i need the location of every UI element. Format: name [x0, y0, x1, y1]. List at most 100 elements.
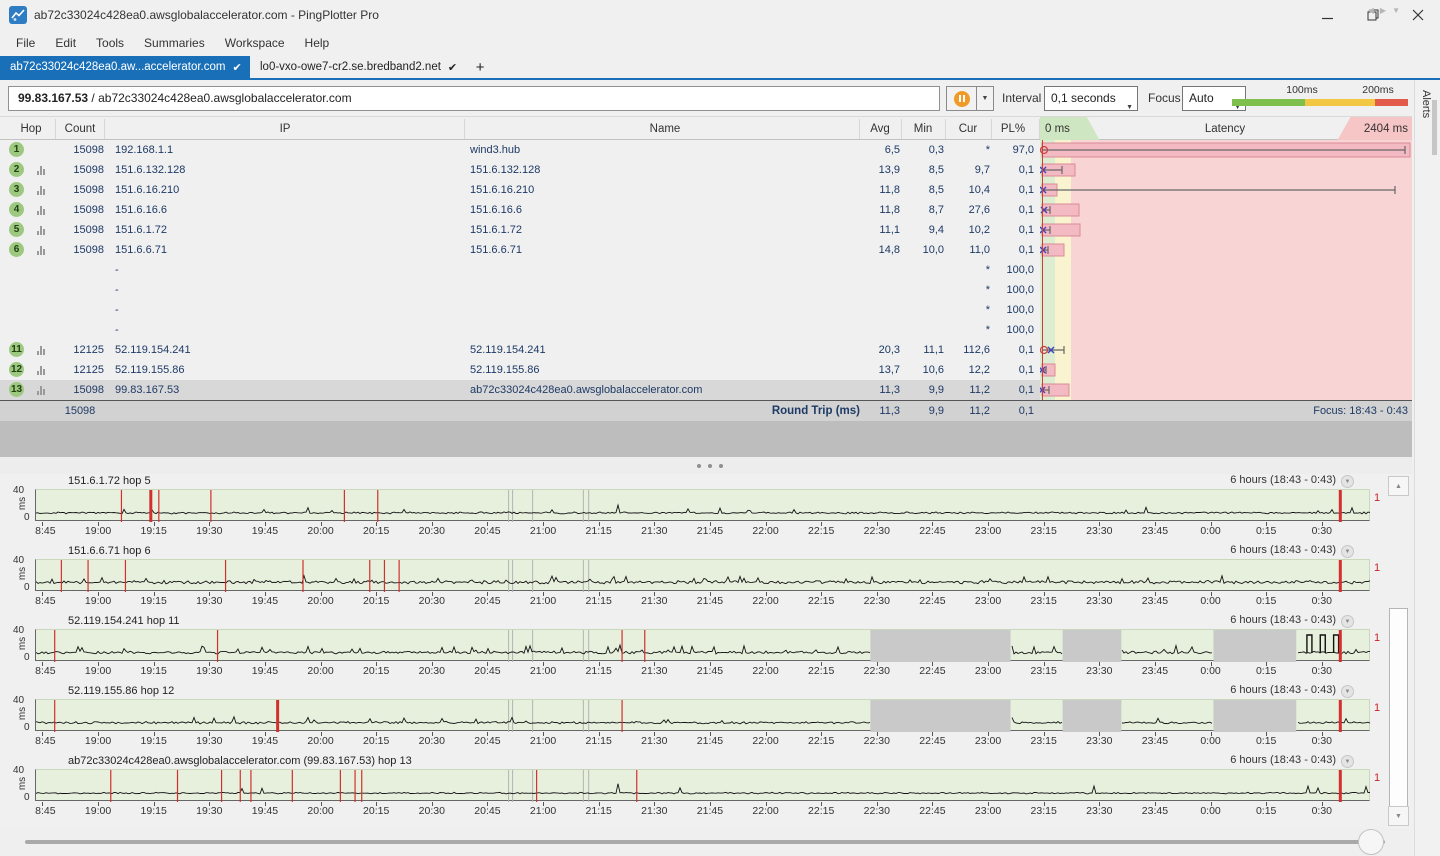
splitter-handle[interactable]	[0, 457, 1412, 474]
table-row-hop-unknown[interactable]: -*100,0	[0, 280, 1412, 300]
table-row-hop-3[interactable]: 315098151.6.16.210151.6.16.21011,88,510,…	[0, 180, 1412, 200]
graph-range-label[interactable]: 6 hours (18:43 - 0:43)	[1230, 684, 1336, 696]
pause-button[interactable]	[946, 86, 977, 111]
cell-avg	[860, 280, 900, 300]
pause-dropdown-button[interactable]: ▼	[977, 86, 994, 111]
time-scrollbar-thumb[interactable]	[1358, 829, 1384, 855]
axis-tick-label: 20:30	[419, 595, 445, 607]
histogram-icon[interactable]	[37, 225, 49, 235]
table-row-hop-unknown[interactable]: -*100,0	[0, 300, 1412, 320]
menu-item-edit[interactable]: Edit	[45, 32, 86, 54]
graphs-scrollbar[interactable]: ▲ ▼	[1388, 476, 1409, 826]
table-header: Hop Count IP Name Avg Min Cur PL% 0 ms L…	[0, 116, 1412, 140]
menu-item-summaries[interactable]: Summaries	[134, 32, 215, 54]
y-axis-min-label: 0	[24, 652, 30, 663]
graph-plot-area[interactable]	[35, 769, 1370, 801]
col-count[interactable]: Count	[56, 117, 104, 141]
menu-item-tools[interactable]: Tools	[86, 32, 134, 54]
axis-tick-label: 23:15	[1031, 595, 1057, 607]
graph-range-label[interactable]: 6 hours (18:43 - 0:43)	[1230, 544, 1336, 556]
histogram-icon[interactable]	[37, 345, 49, 355]
cell-name: 151.6.16.6	[470, 200, 860, 220]
col-ip[interactable]: IP	[105, 117, 465, 141]
table-row-hop-11[interactable]: 111212552.119.154.24152.119.154.24120,31…	[0, 340, 1412, 360]
target-tab-1[interactable]: ab72c33024c428ea0.aw...accelerator.com✔	[0, 56, 250, 78]
graph-plot-area[interactable]	[35, 489, 1370, 521]
timeline-graph-hop[interactable]: 52.119.154.241 hop 116 hours (18:43 - 0:…	[0, 614, 1412, 684]
minimize-button[interactable]	[1305, 0, 1350, 30]
menu-item-help[interactable]: Help	[295, 32, 340, 54]
time-scrollbar-track[interactable]	[25, 840, 1385, 844]
col-latency[interactable]: Latency	[1150, 117, 1300, 141]
graph-options-chevron-icon[interactable]: ▼	[1341, 475, 1354, 488]
axis-tick-label: 21:45	[697, 595, 723, 607]
table-row-hop-1[interactable]: 115098192.168.1.1wind3.hub6,50,3*97,0	[0, 140, 1412, 160]
window-title: ab72c33024c428ea0.awsglobalaccelerator.c…	[34, 8, 379, 22]
histogram-icon[interactable]	[37, 385, 49, 395]
axis-tick-label: 19:30	[196, 735, 222, 747]
axis-tick-label: 22:00	[752, 595, 778, 607]
timeline-graph-hop[interactable]: 52.119.155.86 hop 126 hours (18:43 - 0:4…	[0, 684, 1412, 754]
graph-range-label[interactable]: 6 hours (18:43 - 0:43)	[1230, 474, 1336, 486]
interval-select[interactable]: 0,1 seconds ▼	[1044, 86, 1138, 111]
scale-yellow-segment	[1305, 99, 1375, 106]
new-target-tab-button[interactable]: +	[467, 56, 493, 78]
graph-plot-area[interactable]	[35, 699, 1370, 731]
table-row-hop-12[interactable]: 121212552.119.155.8652.119.155.8613,710,…	[0, 360, 1412, 380]
restore-button[interactable]	[1350, 0, 1395, 30]
axis-tick-label: 19:45	[252, 595, 278, 607]
histogram-icon[interactable]	[37, 245, 49, 255]
histogram-icon[interactable]	[37, 165, 49, 175]
axis-tick-label: 0:00	[1200, 735, 1220, 747]
table-row-hop-unknown[interactable]: -*100,0	[0, 260, 1412, 280]
cell-ip: 52.119.154.241	[115, 340, 460, 360]
close-button[interactable]	[1395, 0, 1440, 30]
axis-tick-label: 20:15	[363, 525, 389, 537]
target-tab-2[interactable]: lo0-vxo-owe7-cr2.se.bredband2.net✔	[250, 56, 467, 78]
table-row-hop-2[interactable]: 215098151.6.132.128151.6.132.12813,98,59…	[0, 160, 1412, 180]
timeline-graph-hop[interactable]: 151.6.1.72 hop 56 hours (18:43 - 0:43)▼4…	[0, 474, 1412, 544]
graph-options-chevron-icon[interactable]: ▼	[1341, 755, 1354, 768]
table-row-hop-4[interactable]: 415098151.6.16.6151.6.16.611,88,727,60,1	[0, 200, 1412, 220]
histogram-icon[interactable]	[37, 365, 49, 375]
col-pl[interactable]: PL%	[992, 117, 1034, 141]
axis-tick-label: 0:15	[1256, 805, 1276, 817]
timeline-graph-hop[interactable]: 151.6.6.71 hop 66 hours (18:43 - 0:43)▼4…	[0, 544, 1412, 614]
cell-name: 151.6.6.71	[470, 240, 860, 260]
col-name[interactable]: Name	[465, 117, 865, 141]
target-address[interactable]: 99.83.167.53 / ab72c33024c428ea0.awsglob…	[8, 86, 940, 111]
cell-min: 9,9	[902, 380, 944, 400]
graph-range-label[interactable]: 6 hours (18:43 - 0:43)	[1230, 754, 1336, 766]
graph-plot-area[interactable]	[35, 559, 1370, 591]
graph-range-label[interactable]: 6 hours (18:43 - 0:43)	[1230, 614, 1336, 626]
col-avg[interactable]: Avg	[860, 117, 900, 141]
timeline-graph-hop[interactable]: ab72c33024c428ea0.awsglobalaccelerator.c…	[0, 754, 1412, 824]
table-row-hop-unknown[interactable]: -*100,0	[0, 320, 1412, 340]
menu-item-file[interactable]: File	[6, 32, 45, 54]
graph-options-chevron-icon[interactable]: ▼	[1341, 545, 1354, 558]
table-row-hop-13[interactable]: 131509899.83.167.53ab72c33024c428ea0.aws…	[0, 380, 1412, 400]
scroll-up-icon[interactable]: ▲	[1388, 476, 1409, 496]
menu-item-workspace[interactable]: Workspace	[215, 32, 295, 54]
tab-scroll-arrows[interactable]: ◀▶▼	[1368, 6, 1406, 15]
graph-plot-area[interactable]	[35, 629, 1370, 661]
axis-tick-label: 23:30	[1086, 805, 1112, 817]
col-hop[interactable]: Hop	[8, 117, 54, 141]
table-row-hop-5[interactable]: 515098151.6.1.72151.6.1.7211,19,410,20,1	[0, 220, 1412, 240]
col-cur[interactable]: Cur	[946, 117, 990, 141]
table-row-hop-6[interactable]: 615098151.6.6.71151.6.6.7114,810,011,00,…	[0, 240, 1412, 260]
scroll-down-icon[interactable]: ▼	[1388, 806, 1409, 826]
cell-min: 10,6	[902, 360, 944, 380]
col-min[interactable]: Min	[902, 117, 944, 141]
axis-tick-label: 22:15	[808, 735, 834, 747]
scrollbar-thumb[interactable]	[1389, 608, 1408, 808]
axis-tick-label: 21:15	[586, 805, 612, 817]
graph-options-chevron-icon[interactable]: ▼	[1341, 685, 1354, 698]
cell-pl: 0,1	[992, 220, 1034, 240]
graph-options-chevron-icon[interactable]: ▼	[1341, 615, 1354, 628]
axis-tick-label: 21:45	[697, 525, 723, 537]
alerts-panel-tab[interactable]: Alerts	[1414, 80, 1440, 856]
histogram-icon[interactable]	[37, 205, 49, 215]
cell-name	[470, 320, 860, 340]
histogram-icon[interactable]	[37, 185, 49, 195]
